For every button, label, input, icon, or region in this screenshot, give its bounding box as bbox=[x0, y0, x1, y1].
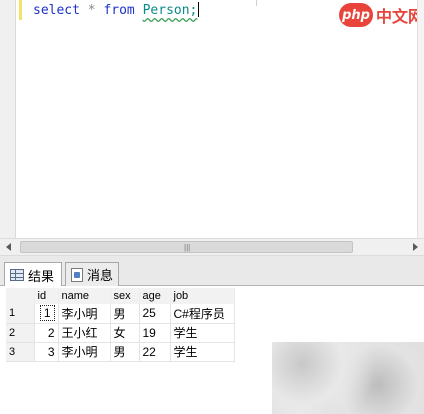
column-header-name[interactable]: name bbox=[58, 288, 111, 304]
grid-icon bbox=[10, 269, 24, 281]
scroll-left-arrow-icon[interactable] bbox=[6, 243, 11, 251]
cell-job[interactable]: 学生 bbox=[170, 342, 235, 362]
message-icon bbox=[71, 267, 83, 282]
table-row[interactable]: 2 2 王小红 女 19 学生 bbox=[6, 323, 235, 343]
scrollbar-thumb[interactable]: ||| bbox=[20, 241, 353, 253]
line-change-marker bbox=[19, 0, 22, 20]
cell-id[interactable]: 1 bbox=[34, 304, 59, 324]
cell-sex[interactable]: 女 bbox=[110, 323, 140, 343]
table-row[interactable]: 1 1 李小明 男 25 C#程序员 bbox=[6, 304, 235, 324]
text-caret bbox=[198, 2, 200, 17]
cell-age[interactable]: 22 bbox=[139, 342, 171, 362]
tab-messages-label: 消息 bbox=[87, 268, 114, 283]
cell-sex[interactable]: 男 bbox=[110, 342, 140, 362]
results-grid: id name sex age job 1 1 李小明 男 25 C#程序员 2… bbox=[6, 288, 235, 362]
sql-keyword-select: select bbox=[33, 3, 80, 18]
row-number[interactable]: 3 bbox=[6, 342, 35, 362]
grid-header-row: id name sex age job bbox=[6, 288, 235, 304]
scrollbar-grip-icon: ||| bbox=[184, 243, 191, 252]
results-tab-bar: 结果 消息 bbox=[0, 256, 424, 287]
cell-age[interactable]: 25 bbox=[139, 304, 171, 324]
selected-cell-value[interactable]: 1 bbox=[39, 305, 55, 322]
column-header-job[interactable]: job bbox=[170, 288, 235, 304]
row-number[interactable]: 1 bbox=[6, 304, 35, 324]
tab-messages[interactable]: 消息 bbox=[65, 262, 119, 286]
cell-job[interactable]: C#程序员 bbox=[170, 304, 235, 324]
cell-id[interactable]: 3 bbox=[34, 342, 59, 362]
php-cn-logo: php 中文网 bbox=[339, 2, 424, 28]
cell-age[interactable]: 19 bbox=[139, 323, 171, 343]
editor-vertical-scrollbar[interactable] bbox=[417, 0, 424, 238]
sql-table-name: Person; bbox=[142, 3, 198, 18]
editor-gutter bbox=[0, 0, 16, 238]
column-header-id[interactable]: id bbox=[34, 288, 59, 304]
sql-code-line[interactable]: select * from Person; bbox=[33, 2, 200, 20]
cell-job[interactable]: 学生 bbox=[170, 323, 235, 343]
column-header-age[interactable]: age bbox=[139, 288, 171, 304]
sql-operator-star: * bbox=[87, 3, 96, 18]
tab-results[interactable]: 结果 bbox=[4, 262, 62, 287]
query-editor[interactable]: select * from Person; php 中文网 bbox=[0, 0, 424, 238]
cell-name[interactable]: 李小明 bbox=[58, 304, 111, 324]
row-number[interactable]: 2 bbox=[6, 323, 35, 343]
cell-name[interactable]: 王小红 bbox=[58, 323, 111, 343]
editor-divider bbox=[256, 0, 257, 6]
php-badge: php bbox=[339, 3, 373, 27]
tab-results-label: 结果 bbox=[28, 268, 55, 284]
row-number-header[interactable] bbox=[6, 288, 35, 304]
cell-sex[interactable]: 男 bbox=[110, 304, 140, 324]
cell-name[interactable]: 李小明 bbox=[58, 342, 111, 362]
sql-keyword-from: from bbox=[103, 3, 135, 18]
column-header-sex[interactable]: sex bbox=[110, 288, 140, 304]
table-row[interactable]: 3 3 李小明 男 22 学生 bbox=[6, 342, 235, 362]
editor-horizontal-scrollbar[interactable]: ||| bbox=[0, 238, 424, 256]
scroll-right-arrow-icon[interactable] bbox=[413, 243, 418, 251]
blurred-region bbox=[272, 342, 424, 414]
cell-id[interactable]: 2 bbox=[34, 323, 59, 343]
